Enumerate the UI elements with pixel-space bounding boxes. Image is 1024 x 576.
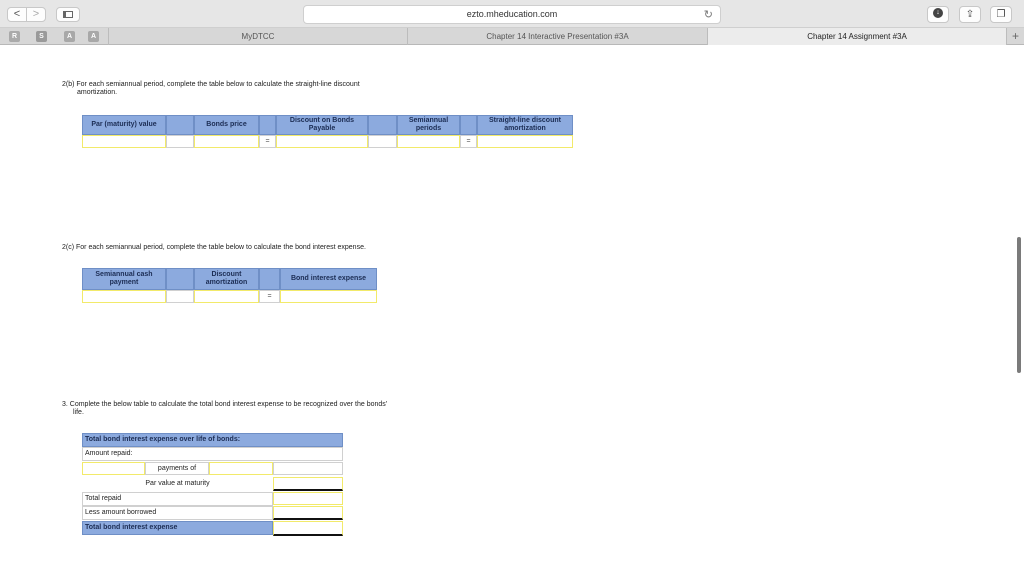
header-bonds-price: Bonds price <box>194 115 259 135</box>
prompt-2b-line2: amortization. <box>77 89 118 96</box>
prompt-2c: 2(c) For each semiannual period, complet… <box>62 244 366 251</box>
header-discount-amortization: Discount amortization <box>194 268 259 290</box>
equals-sign-2: = <box>460 135 477 148</box>
show-tabs-button[interactable]: ❐ <box>990 6 1012 23</box>
par-value-label: Par value at maturity <box>82 477 273 491</box>
chevron-left-icon: < <box>13 8 21 20</box>
header-discount-on-bonds: Discount on Bonds Payable <box>276 115 368 135</box>
url-text: ezto.mheducation.com <box>466 9 558 19</box>
input-par-value-maturity[interactable] <box>273 477 343 491</box>
tab-mydtcc[interactable]: MyDTCC <box>108 28 407 45</box>
input-bonds-price[interactable] <box>194 135 259 148</box>
header-spacer-6 <box>259 268 280 290</box>
forward-button[interactable]: > <box>26 7 46 22</box>
browser-toolbar: < > ezto.mheducation.com ↻ ↓ ⇪ ❐ <box>0 0 1024 28</box>
input-semiannual-periods[interactable] <box>397 135 460 148</box>
header-semiannual-cash-payment: Semiannual cash payment <box>82 268 166 290</box>
chevron-right-icon: > <box>32 8 40 20</box>
input-straight-line-amortization[interactable] <box>477 135 573 148</box>
favorite-a-1[interactable]: A <box>64 31 75 42</box>
sidebar-icon <box>63 11 73 18</box>
header-bond-interest-expense: Bond interest expense <box>280 268 377 290</box>
input-discount-on-bonds[interactable] <box>276 135 368 148</box>
operator-cell-1[interactable] <box>166 135 194 148</box>
total-repaid-label: Total repaid <box>82 492 273 506</box>
payments-of-label: payments of <box>145 462 209 475</box>
equals-sign-3: = <box>259 290 280 303</box>
less-borrowed-label: Less amount borrowed <box>82 506 273 520</box>
prompt-2b-line1: 2(b) For each semiannual period, complet… <box>62 81 360 88</box>
equals-sign-1: = <box>259 135 276 148</box>
input-bond-interest-expense[interactable] <box>280 290 377 303</box>
input-number-of-payments[interactable] <box>82 462 145 475</box>
tab-assignment[interactable]: Chapter 14 Assignment #3A <box>707 28 1006 45</box>
reload-icon[interactable]: ↻ <box>704 7 713 24</box>
page-content: 2(b) For each semiannual period, complet… <box>0 46 1024 576</box>
header-straight-line-amortization: Straight-line discount amortization <box>477 115 573 135</box>
input-discount-amortization[interactable] <box>194 290 259 303</box>
prompt-2b: 2(b) For each semiannual period, complet… <box>62 81 482 97</box>
prompt-3-line1: 3. Complete the below table to calculate… <box>62 401 388 408</box>
back-button[interactable]: < <box>7 7 27 22</box>
favorite-a-2[interactable]: A <box>88 31 99 42</box>
header-spacer-2 <box>259 115 276 135</box>
favorite-r[interactable]: R <box>9 31 20 42</box>
amount-repaid-label: Amount repaid: <box>82 447 343 461</box>
input-total-repaid[interactable] <box>273 492 343 505</box>
tab-interactive-presentation[interactable]: Chapter 14 Interactive Presentation #3A <box>407 28 707 45</box>
header-spacer-4 <box>460 115 477 135</box>
payments-total-cell[interactable] <box>273 462 343 475</box>
share-icon: ⇪ <box>965 9 975 20</box>
prompt-3-line2: life. <box>73 409 84 416</box>
favorite-s[interactable]: S <box>36 31 47 42</box>
header-spacer-5 <box>166 268 194 290</box>
header-par-value: Par (maturity) value <box>82 115 166 135</box>
input-less-borrowed[interactable] <box>273 506 343 520</box>
download-icon: ↓ <box>933 8 943 19</box>
download-button[interactable]: ↓ <box>927 6 949 23</box>
header-spacer-1 <box>166 115 194 135</box>
total-expense-label: Total bond interest expense <box>82 521 273 535</box>
table-3-title: Total bond interest expense over life of… <box>82 433 343 447</box>
sidebar-toggle-button[interactable] <box>56 7 80 22</box>
tabs-icon: ❐ <box>996 9 1006 20</box>
header-spacer-3 <box>368 115 397 135</box>
share-button[interactable]: ⇪ <box>959 6 981 23</box>
input-payment-amount[interactable] <box>209 462 273 475</box>
input-par-value[interactable] <box>82 135 166 148</box>
address-bar[interactable]: ezto.mheducation.com ↻ <box>303 5 721 24</box>
prompt-3: 3. Complete the below table to calculate… <box>62 401 502 417</box>
input-total-expense[interactable] <box>273 521 343 536</box>
page-scrollbar[interactable] <box>1017 237 1021 373</box>
operator-cell-3[interactable] <box>166 290 194 303</box>
new-tab-button[interactable]: + <box>1006 28 1024 45</box>
operator-cell-2[interactable] <box>368 135 397 148</box>
plus-icon: + <box>1011 29 1019 43</box>
tab-bar: R S A A MyDTCC Chapter 14 Interactive Pr… <box>0 28 1024 45</box>
input-semiannual-cash-payment[interactable] <box>82 290 166 303</box>
header-semiannual-periods: Semiannual periods <box>397 115 460 135</box>
